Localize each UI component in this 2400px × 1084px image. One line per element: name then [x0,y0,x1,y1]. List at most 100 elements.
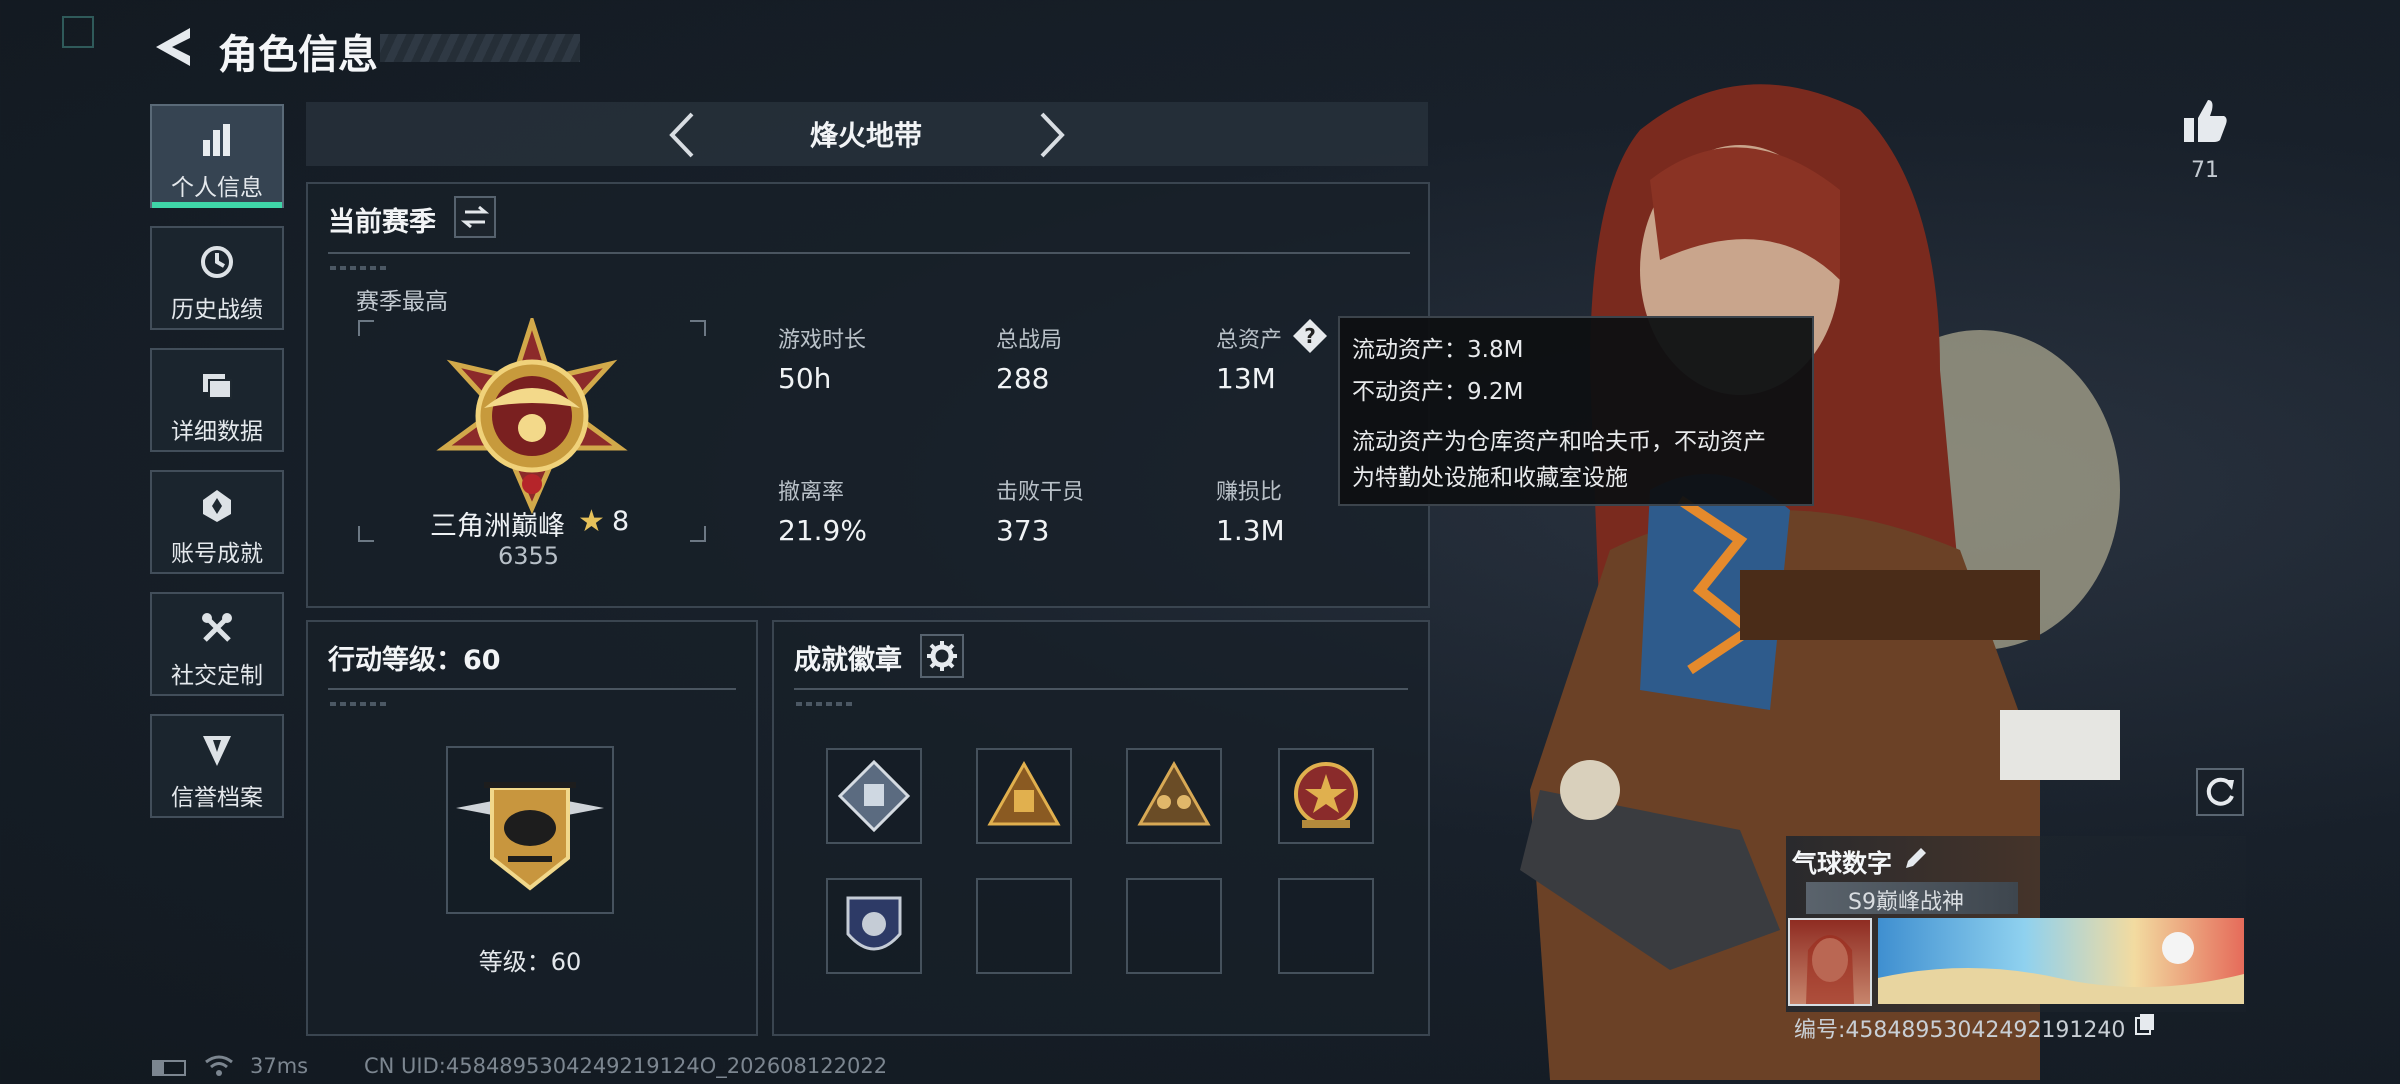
copy-icon [2135,1014,2154,1035]
badge-slot-squad[interactable] [1126,748,1222,844]
achievement-icon [152,488,282,528]
frame-corner [690,526,706,542]
badge-slot-diamond[interactable] [826,748,922,844]
sidebar-item-history[interactable]: 历史战绩 [150,226,284,330]
rank-name: 三角洲巅峰 [430,511,565,542]
badge-slot-empty[interactable] [1278,878,1374,974]
svg-text:?: ? [1304,324,1316,348]
tooltip-desc-line2: 为特勤处设施和收藏室设施 [1352,465,1628,491]
history-icon [152,244,282,284]
tools-icon [152,610,282,650]
level-emblem-frame [446,746,614,914]
chevron-right-icon [1040,112,1065,158]
sidebar-item-label: 历史战绩 [171,297,263,323]
like-button[interactable] [2180,96,2230,146]
sidebar-item-reputation[interactable]: 信誉档案 [150,714,284,818]
decor-text [796,702,852,706]
uid-text: CN UID:4584895304249219124O_202608122022 [364,1054,888,1078]
wifi-icon [204,1054,234,1078]
season-title: 当前赛季 [328,207,436,238]
player-id: 编号:458489530424921912­40 [1794,1018,2126,1043]
season-best-label: 赛季最高 [356,289,448,315]
season-switch-button[interactable] [454,196,496,238]
refresh-icon [2206,777,2234,806]
badge-slot-empty[interactable] [976,878,1072,974]
rank-stars: 8 [612,506,630,537]
sidebar-item-label: 个人信息 [171,175,263,201]
rotate-model-button[interactable] [2196,768,2244,816]
battery-icon [152,1060,186,1076]
player-name: 气球数字 [1792,849,1893,878]
squad-badge-icon [1137,760,1211,826]
sidebar-item-label: 账号成就 [171,541,263,567]
frame-corner [690,320,706,336]
divider [794,688,1408,690]
sidebar-item-personal-info[interactable]: 个人信息 [150,104,284,208]
sidebar-item-detail-data[interactable]: 详细数据 [150,348,284,452]
badge-slot-shield[interactable] [826,878,922,974]
avatar[interactable] [1788,918,1872,1006]
corner-square-icon [62,16,94,48]
helicopter-emblem-icon [456,782,604,891]
stat-value-profit-ratio: 1.3M [1216,514,1285,547]
badge-slot-pyramid[interactable] [976,748,1072,844]
chevron-left-icon [669,112,694,158]
frame-corner [358,526,374,542]
prev-mode-button[interactable] [662,110,702,160]
sidebar-item-social-custom[interactable]: 社交定制 [150,592,284,696]
decor-text [330,266,390,270]
stat-value-total-matches: 288 [996,362,1050,395]
thumbs-up-icon [2184,100,2227,142]
pencil-icon [1906,848,1926,868]
edit-name-button[interactable] [1902,844,1930,872]
reputation-icon [152,732,282,772]
like-count: 71 [2191,158,2219,183]
assets-tooltip: 流动资产：3.8M 不动资产：9.2M 流动资产为仓库资产和哈夫币，不动资产 为… [1338,316,1814,506]
stat-label-total-assets: 总资产 [1216,328,1283,353]
stat-label-extract-rate: 撤离率 [778,480,845,505]
ping-text: 37ms [250,1054,309,1078]
stat-value-play-time: 50h [778,362,832,395]
next-mode-button[interactable] [1032,110,1072,160]
question-icon: ? [1293,319,1327,353]
back-arrow-icon [156,28,190,66]
frame-corner [358,320,374,336]
tooltip-liquid-assets: 流动资产：3.8M [1352,337,1524,363]
badges-title: 成就徽章 [794,645,902,676]
rank-star-icon: ★ [578,504,605,539]
divider [328,688,736,690]
assets-help-button[interactable]: ? [1292,318,1328,354]
bar-chart-icon [152,122,282,162]
stat-label-profit-ratio: 赚损比 [1216,480,1283,505]
level-label: 等级：60 [478,948,582,976]
stat-value-total-assets: 13M [1216,362,1276,395]
rank-emblem [434,313,630,515]
stat-value-kills: 373 [996,514,1050,547]
badges-settings-button[interactable] [920,634,964,678]
rank-score: 6355 [498,542,560,570]
gear-icon [927,641,957,671]
sidebar-item-label: 详细数据 [171,419,263,445]
decor-text [330,702,386,706]
sidebar-item-achievements[interactable]: 账号成就 [150,470,284,574]
copy-id-button[interactable] [2134,1012,2156,1036]
sidebar-item-label: 社交定制 [171,663,263,689]
stat-value-extract-rate: 21.9% [778,514,867,547]
pyramid-badge-icon [987,760,1061,826]
back-button[interactable] [150,24,196,70]
divider [328,252,1410,254]
tooltip-fixed-assets: 不动资产：9.2M [1352,379,1524,405]
stat-label-kills: 击败干员 [996,480,1085,505]
mode-label: 烽火地带 [809,119,922,152]
folder-icon [152,366,282,406]
stat-label-total-matches: 总战局 [996,328,1063,353]
name-card-banner [1878,918,2244,1004]
stat-label-play-time: 游戏时长 [778,328,867,353]
badge-slot-empty[interactable] [1126,878,1222,974]
shield-badge-icon [846,896,902,951]
star-emblem-badge-icon [1294,762,1358,828]
diamond-badge-icon [837,759,911,833]
action-level-title: 行动等级：60 [328,645,501,676]
badge-slot-star-emblem[interactable] [1278,748,1374,844]
page-title: 角色信息 [218,32,378,78]
